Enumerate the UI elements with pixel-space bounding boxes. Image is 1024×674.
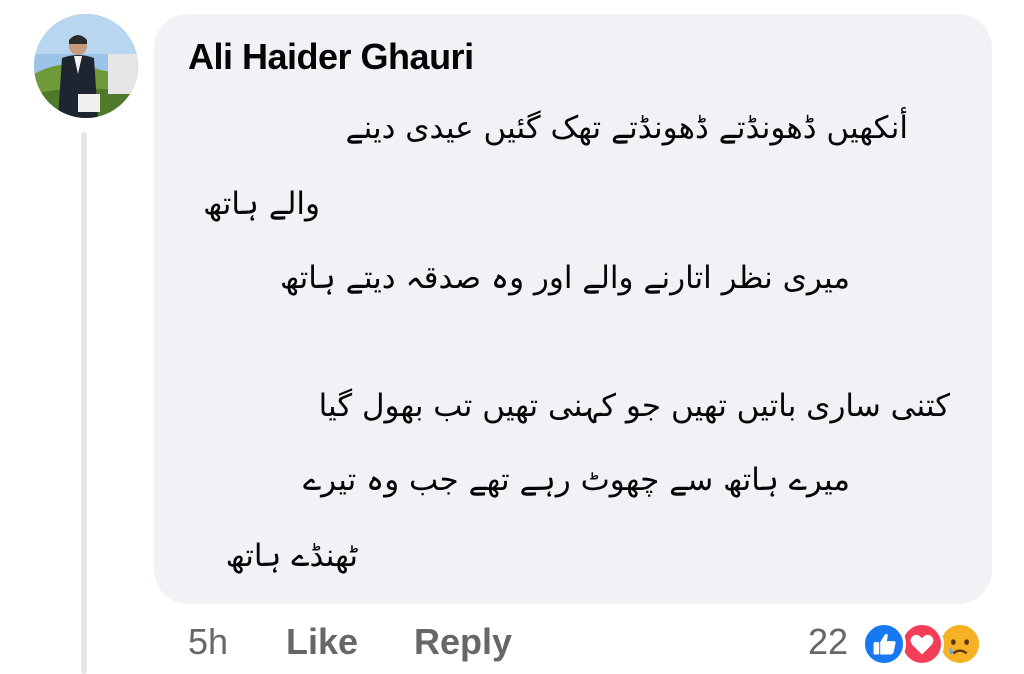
reaction-count[interactable]: 22 [808,618,848,666]
comment-text-line: والے ہاتھ [203,186,320,222]
thread-line [81,132,87,674]
like-button[interactable]: Like [286,618,358,666]
comment-text-line: میرے ہاتھ سے چھوٹ رہے تھے جب وہ تیرے [302,462,850,498]
avatar-photo [34,14,138,118]
reply-button[interactable]: Reply [414,618,512,666]
sad-icon [938,622,982,666]
author-avatar[interactable] [34,14,138,118]
love-icon [900,622,944,666]
comment-text-line: میری نظر اتارنے والے اور وہ صدقہ دیتے ہا… [279,260,850,296]
comment-text-line: أنکھیں ڈھونڈتے ڈھونڈتے تھک گئیں عیدی دین… [345,110,908,146]
comment-author[interactable]: Ali Haider Ghauri [188,36,474,78]
comment-text-line: کتنی ساری باتیں تھیں جو کہنی تھیں تب بھو… [318,388,950,424]
like-icon [862,622,906,666]
comment-bubble: Ali Haider Ghauri أنکھیں ڈھونڈتے ڈھونڈتے… [154,14,992,604]
comment-text-line: ٹھنڈے ہاتھ [225,538,358,574]
reaction-summary[interactable] [862,620,994,668]
comment-timestamp[interactable]: 5h [188,618,228,666]
